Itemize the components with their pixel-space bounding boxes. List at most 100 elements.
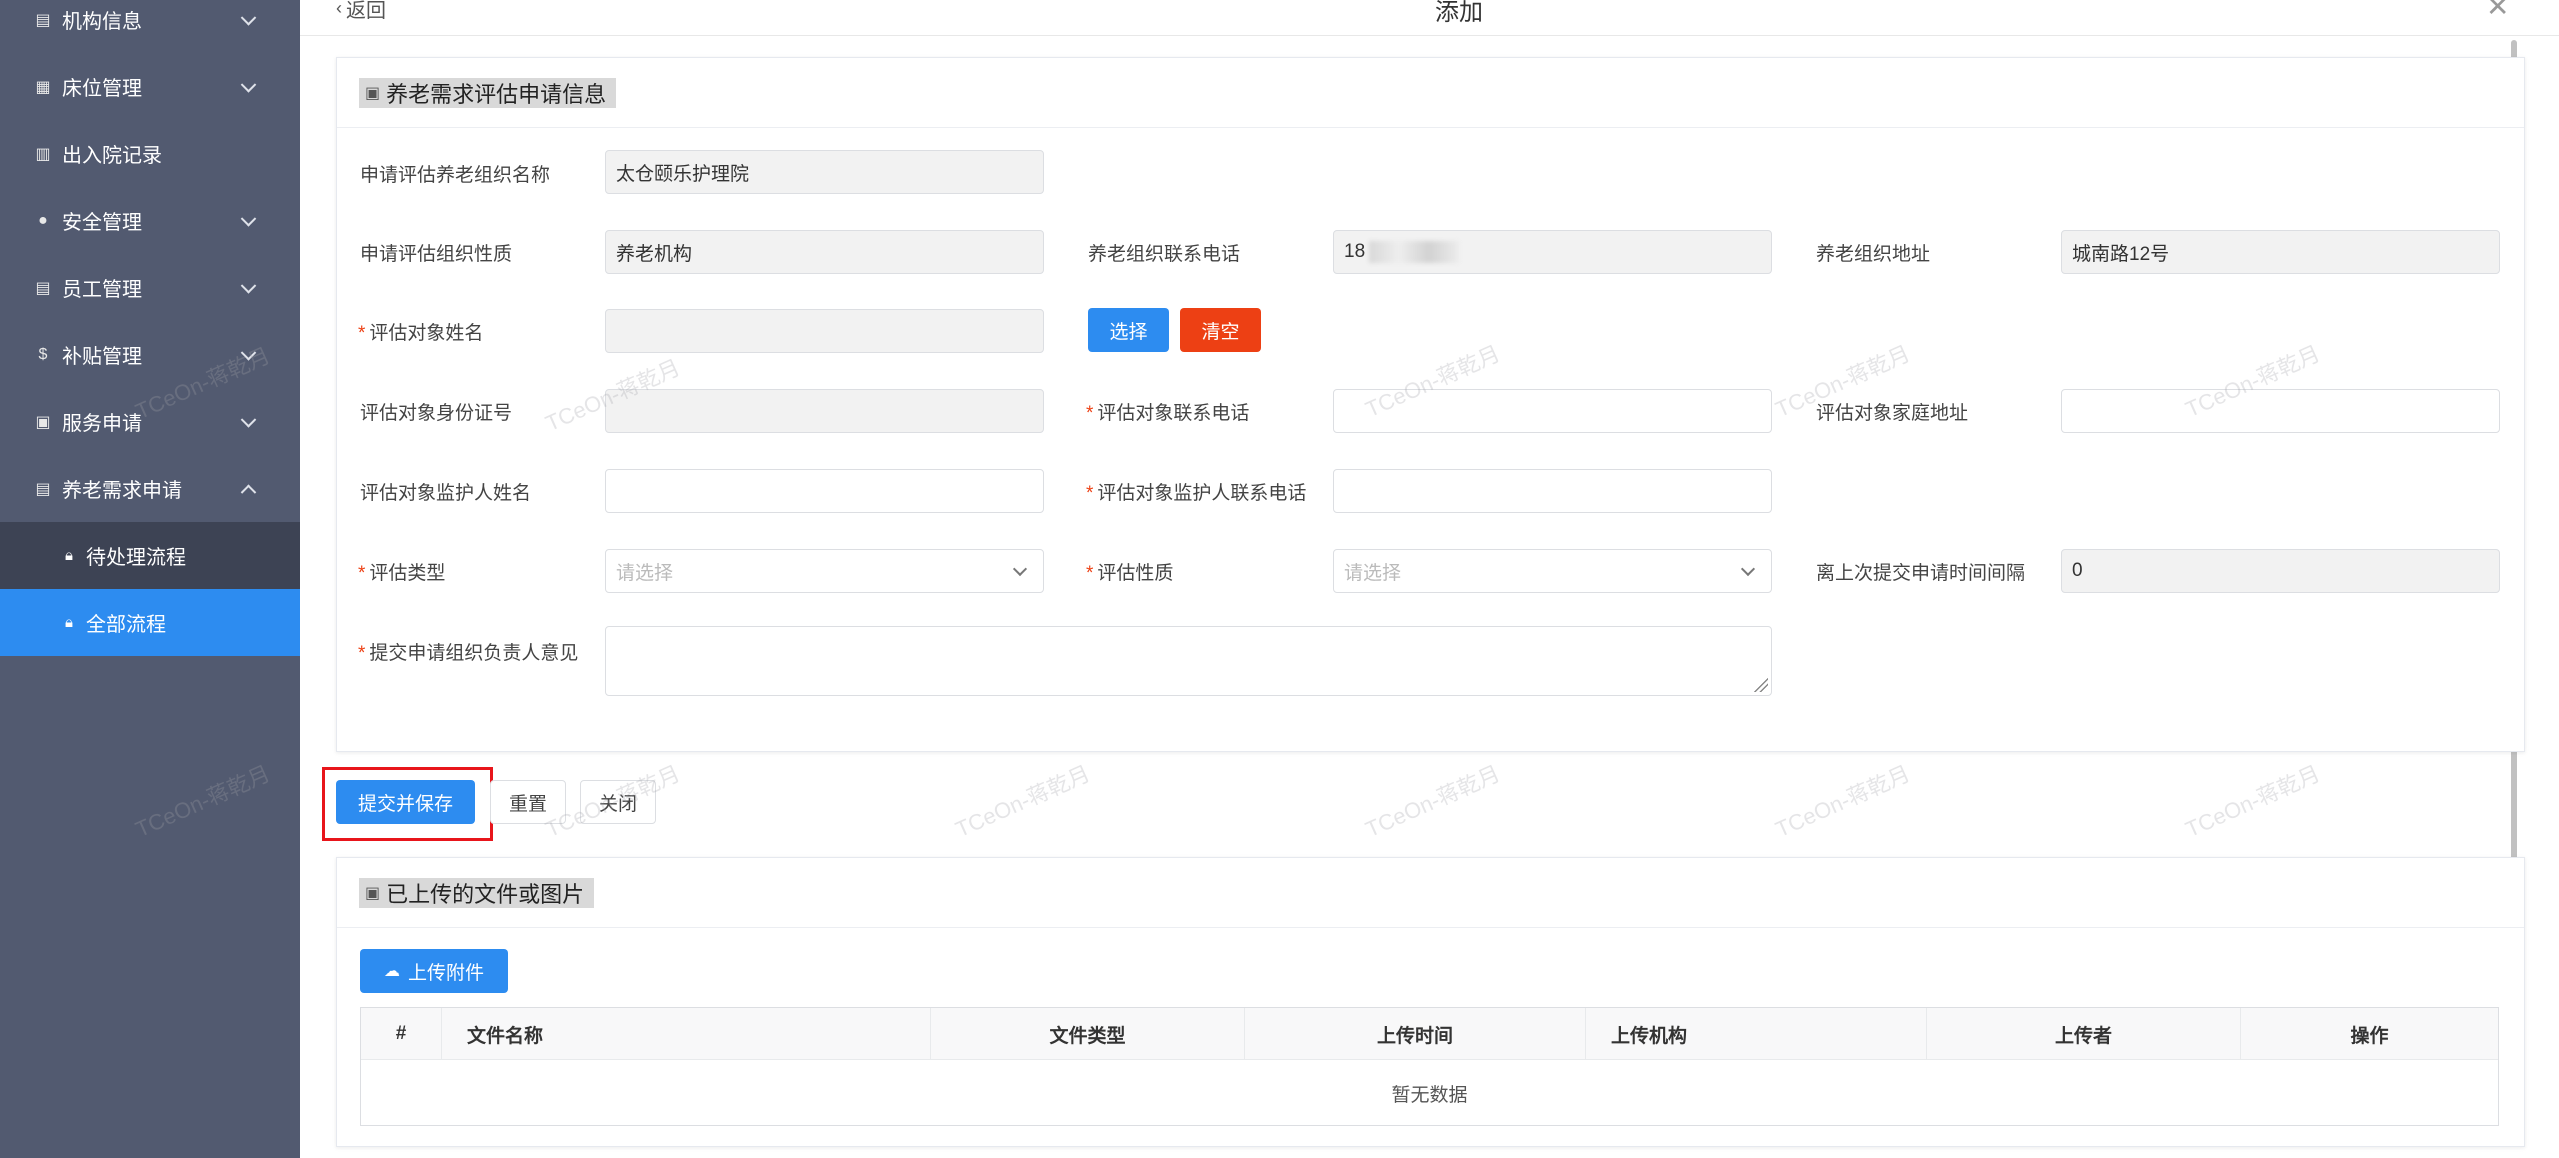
upload-attachment-button[interactable]: ☁ 上传附件	[360, 949, 508, 993]
org-phone-field: 18	[1333, 230, 1772, 274]
cloud-upload-icon: ☁	[383, 963, 400, 980]
chevron-down-icon	[1740, 561, 1756, 577]
sidebar-item-staff[interactable]: ▤ 员工管理	[0, 254, 300, 321]
table-header: # 文件名称 文件类型 上传时间 上传机构 上传者 操作	[361, 1008, 2498, 1060]
guardian-phone-label: * 评估对象监护人联系电话	[1086, 483, 1307, 504]
film-icon: ▣	[365, 85, 381, 102]
sidebar-item-admission-records[interactable]: ▥ 出入院记录	[0, 120, 300, 187]
chevron-left-icon: ‹	[336, 0, 342, 18]
sidebar-item-label: 养老需求申请	[62, 480, 182, 502]
sidebar-subitem-all-flows[interactable]: 🔒︎ 全部流程	[0, 589, 300, 656]
org-type-value: 养老机构	[616, 243, 693, 265]
eval-nature-select[interactable]: 请选择	[1333, 549, 1772, 593]
sidebar-item-label: 员工管理	[62, 279, 142, 301]
record-icon: ▥	[35, 145, 51, 163]
column-header: 上传机构	[1586, 1008, 1927, 1060]
lock-icon: 🔒︎	[65, 547, 73, 564]
sidebar-item-label: 补贴管理	[62, 346, 142, 368]
eval-nature-placeholder: 请选择	[1344, 562, 1402, 584]
subject-phone-label: * 评估对象联系电话	[1086, 403, 1250, 424]
eval-nature-label-text: 评估性质	[1097, 563, 1174, 584]
sidebar-item-subsidy[interactable]: $ 补贴管理	[0, 321, 300, 388]
opinion-label-text: 提交申请组织负责人意见	[369, 643, 579, 664]
resize-grip-icon[interactable]	[1752, 676, 1768, 692]
org-phone-value: 18	[1344, 241, 1366, 262]
sidebar-item-bed-management[interactable]: ▦ 床位管理	[0, 53, 300, 120]
dialog-header: ‹ 返回 添加 ✕	[300, 0, 2559, 36]
chevron-down-icon	[240, 344, 257, 361]
sidebar-item-elderly-care-request[interactable]: ▤ 养老需求申请	[0, 455, 300, 522]
interval-field: 0	[2061, 549, 2500, 593]
subject-name-label: * 评估对象姓名	[358, 323, 484, 344]
guardian-name-input[interactable]	[605, 469, 1044, 513]
book-icon: ▤	[35, 279, 51, 297]
chevron-up-icon	[240, 484, 257, 500]
back-link[interactable]: ‹ 返回	[336, 0, 386, 23]
sidebar-subitem-label: 全部流程	[86, 614, 166, 636]
column-header: 文件类型	[931, 1008, 1245, 1060]
chevron-down-icon	[240, 411, 257, 428]
org-phone-label: 养老组织联系电话	[1088, 244, 1241, 265]
org-type-label: 申请评估组织性质	[360, 244, 513, 265]
eval-type-placeholder: 请选择	[616, 562, 674, 584]
org-name-label: 申请评估养老组织名称	[360, 165, 551, 186]
eval-type-select[interactable]: 请选择	[605, 549, 1044, 593]
subject-name-field	[605, 309, 1044, 353]
section-title-text: 已上传的文件或图片	[386, 882, 585, 907]
dollar-icon: $	[38, 345, 48, 363]
lock-icon: 🔒︎	[65, 614, 73, 631]
document-icon: ▤	[35, 480, 51, 498]
close-icon[interactable]: ✕	[2486, 0, 2509, 23]
subject-name-label-text: 评估对象姓名	[369, 323, 484, 344]
subject-address-label: 评估对象家庭地址	[1816, 403, 1969, 424]
sidebar-item-label: 服务申请	[62, 413, 142, 435]
org-address-field: 城南路12号	[2061, 230, 2500, 274]
sidebar: ▤ 机构信息 ▦ 床位管理 ▥ 出入院记录 ● 安全管理 ▤ 员工管理 $ 补贴…	[0, 0, 300, 1158]
opinion-textarea[interactable]	[605, 626, 1772, 696]
chevron-down-icon	[240, 210, 257, 227]
subject-address-input[interactable]	[2061, 389, 2500, 433]
sidebar-item-service-request[interactable]: ▣ 服务申请	[0, 388, 300, 455]
sidebar-item-label: 安全管理	[62, 212, 142, 234]
opinion-label: * 提交申请组织负责人意见	[358, 643, 579, 664]
sidebar-item-safety[interactable]: ● 安全管理	[0, 187, 300, 254]
eval-type-label: * 评估类型	[358, 563, 446, 584]
sidebar-item-label: 出入院记录	[62, 145, 162, 167]
dialog-title: 添加	[1435, 0, 1483, 26]
interval-value: 0	[2072, 560, 2083, 581]
sidebar-item-org-info[interactable]: ▤ 机构信息	[0, 0, 300, 53]
book-icon: ▤	[35, 11, 51, 29]
back-label: 返回	[346, 0, 386, 22]
submit-save-button[interactable]: 提交并保存	[336, 780, 475, 824]
shield-dot-icon: ●	[38, 211, 48, 229]
org-address-label: 养老组织地址	[1816, 244, 1931, 265]
subject-phone-label-text: 评估对象联系电话	[1097, 403, 1250, 424]
interval-label: 离上次提交申请时间间隔	[1816, 563, 2026, 584]
sidebar-subitem-label: 待处理流程	[86, 547, 186, 569]
card-header: ▣ 已上传的文件或图片	[337, 858, 2524, 928]
subject-id-label: 评估对象身份证号	[360, 403, 513, 424]
column-header: 上传者	[1927, 1008, 2241, 1060]
eval-nature-label: * 评估性质	[1086, 563, 1174, 584]
guardian-phone-label-text: 评估对象监护人联系电话	[1097, 483, 1307, 504]
clear-button[interactable]: 清空	[1180, 308, 1261, 352]
org-name-value: 太仓颐乐护理院	[616, 163, 750, 185]
grid-icon: ▦	[35, 78, 51, 96]
guardian-phone-input[interactable]	[1333, 469, 1772, 513]
column-header: 操作	[2350, 1025, 2389, 1047]
select-button[interactable]: 选择	[1088, 308, 1169, 352]
redacted-mask	[1369, 241, 1460, 263]
column-header: 上传时间	[1245, 1008, 1586, 1060]
close-button[interactable]: 关闭	[580, 780, 656, 824]
sidebar-item-label: 床位管理	[62, 78, 142, 100]
chevron-down-icon	[240, 9, 257, 26]
sidebar-item-label: 机构信息	[62, 11, 142, 33]
chevron-down-icon	[240, 277, 257, 294]
chevron-down-icon	[240, 76, 257, 93]
subject-phone-input[interactable]	[1333, 389, 1772, 433]
section-title-text: 养老需求评估申请信息	[386, 82, 607, 107]
film-icon: ▣	[365, 885, 381, 902]
column-header: 文件名称	[442, 1008, 931, 1060]
sidebar-subitem-pending-flow[interactable]: 🔒︎ 待处理流程	[0, 522, 300, 589]
reset-button[interactable]: 重置	[490, 780, 566, 824]
